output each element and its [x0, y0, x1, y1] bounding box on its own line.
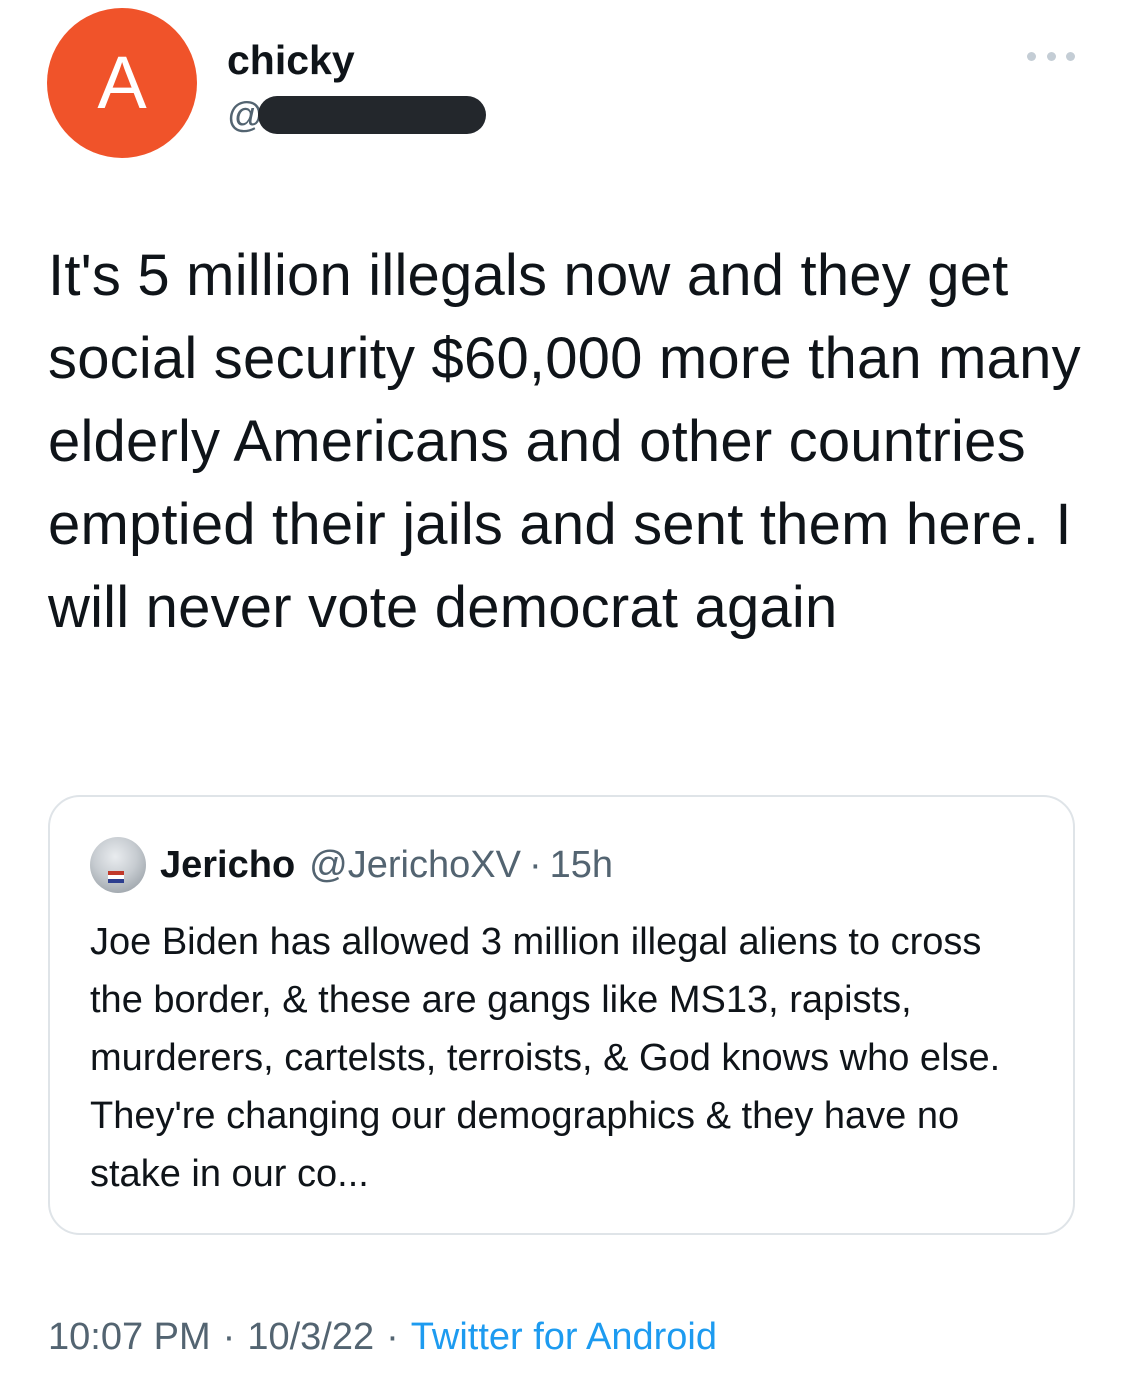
avatar-letter: A	[97, 41, 147, 124]
tweet: A chicky @ It's 5 million illegals now a…	[0, 0, 1125, 1376]
handle-redaction	[257, 96, 486, 134]
tweet-time[interactable]: 10:07 PM	[48, 1316, 211, 1359]
meta-separator: ·	[222, 1315, 236, 1358]
quoted-tweet-header: Jericho @JerichoXV · 15h	[90, 835, 613, 895]
quoted-author-name: Jericho	[160, 843, 296, 886]
meta-separator: ·	[386, 1315, 399, 1358]
quoted-tweet-time: 15h	[549, 843, 613, 886]
quoted-tweet-card[interactable]: Jericho @JerichoXV · 15h Joe Biden has a…	[48, 795, 1075, 1235]
author-avatar[interactable]: A	[47, 8, 197, 158]
tweet-meta: 10:07 PM · 10/3/22 · Twitter for Android	[48, 1312, 717, 1362]
author-handle[interactable]: @	[227, 92, 492, 138]
quoted-separator: ·	[528, 843, 542, 886]
tweet-source-link[interactable]: Twitter for Android	[411, 1316, 717, 1359]
quoted-author-handle: @JerichoXV	[309, 843, 521, 886]
quoted-tweet-text: Joe Biden has allowed 3 million illegal …	[90, 921, 1001, 1195]
tweet-text: It's 5 million illegals now and they get…	[48, 243, 1098, 640]
tweet-date[interactable]: 10/3/22	[247, 1316, 374, 1359]
author-display-name[interactable]: chicky	[227, 34, 355, 86]
more-horizontal-icon[interactable]	[1027, 46, 1075, 66]
quoted-author-avatar	[90, 837, 146, 893]
